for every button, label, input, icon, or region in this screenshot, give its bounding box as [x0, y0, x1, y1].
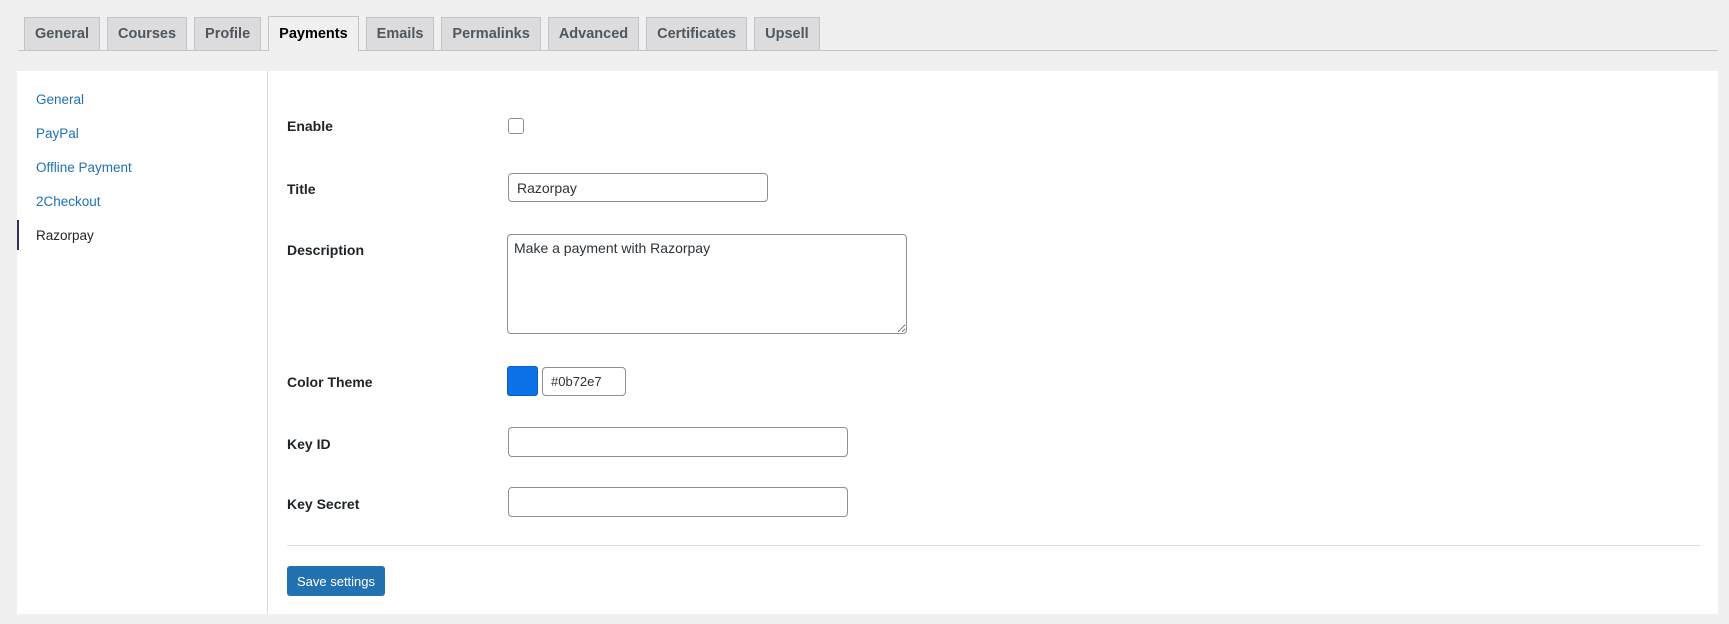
color-swatch-button[interactable]	[507, 366, 538, 396]
sidebar-item-general[interactable]: General	[17, 84, 267, 114]
tab-profile[interactable]: Profile	[194, 17, 262, 50]
settings-tabs: General Courses Profile Payments Emails …	[18, 15, 1718, 51]
tab-certificates[interactable]: Certificates	[646, 17, 748, 50]
payment-gateway-nav: General PayPal Offline Payment 2Checkout…	[17, 71, 268, 614]
key-id-input[interactable]	[508, 427, 848, 457]
sidebar-item-paypal[interactable]: PayPal	[17, 118, 267, 148]
tab-payments[interactable]: Payments	[268, 16, 359, 51]
settings-panel: General PayPal Offline Payment 2Checkout…	[17, 71, 1718, 614]
tab-courses[interactable]: Courses	[107, 17, 188, 50]
tab-general[interactable]: General	[24, 17, 100, 50]
tab-emails[interactable]: Emails	[365, 17, 435, 50]
tab-permalinks[interactable]: Permalinks	[441, 17, 541, 50]
form-divider	[287, 545, 1700, 546]
key-id-label: Key ID	[287, 436, 331, 452]
sidebar-item-2checkout[interactable]: 2Checkout	[17, 186, 267, 216]
key-secret-input[interactable]	[508, 487, 848, 517]
description-label: Description	[287, 242, 365, 258]
color-theme-label: Color Theme	[287, 374, 373, 390]
title-label: Title	[287, 181, 316, 197]
sidebar-item-offline-payment[interactable]: Offline Payment	[17, 152, 267, 182]
key-secret-label: Key Secret	[287, 496, 360, 512]
color-theme-input[interactable]	[542, 367, 626, 396]
enable-checkbox[interactable]	[508, 118, 524, 134]
save-settings-button[interactable]: Save settings	[287, 566, 385, 596]
sidebar-item-razorpay[interactable]: Razorpay	[17, 220, 267, 250]
title-input[interactable]	[508, 173, 768, 202]
description-textarea[interactable]: Make a payment with Razorpay	[507, 234, 907, 334]
enable-label: Enable	[287, 118, 333, 134]
razorpay-settings-form: Enable Title Description Make a payment …	[287, 71, 1718, 614]
tab-advanced[interactable]: Advanced	[547, 17, 640, 50]
tab-upsell[interactable]: Upsell	[754, 17, 820, 50]
